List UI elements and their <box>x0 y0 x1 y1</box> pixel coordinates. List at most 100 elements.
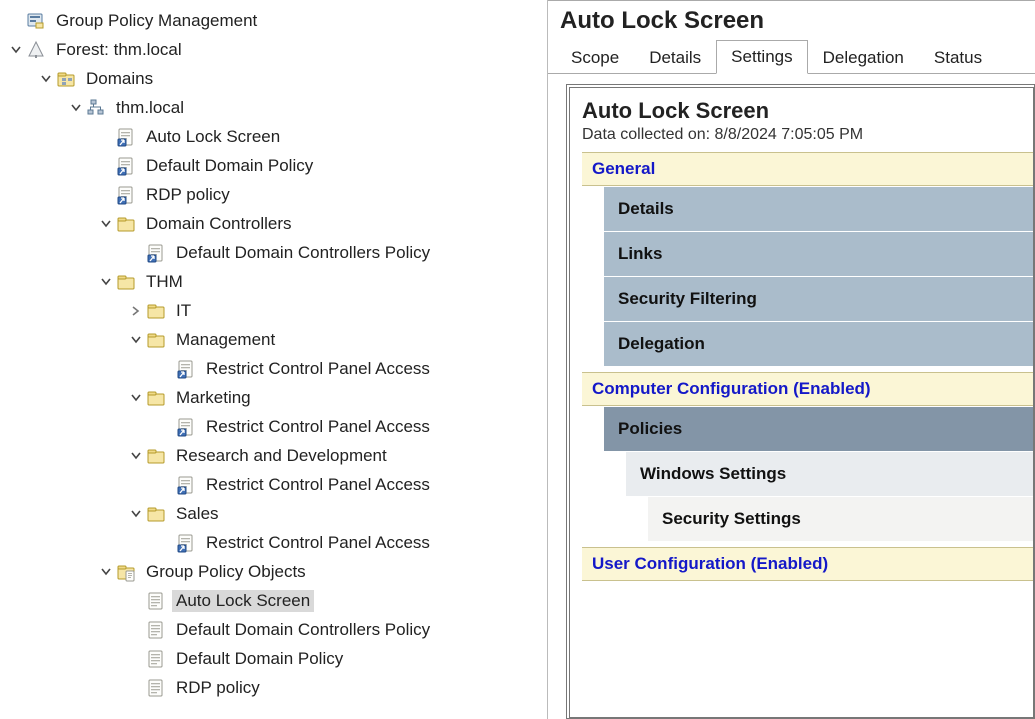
tree-item[interactable]: Default Domain Policy <box>0 151 547 180</box>
chevron-down-icon[interactable] <box>98 564 114 580</box>
ou-icon <box>146 388 166 408</box>
tree-item[interactable]: Default Domain Policy <box>0 644 547 673</box>
tree-item[interactable]: Marketing <box>0 383 547 412</box>
tree-item[interactable]: Domain Controllers <box>0 209 547 238</box>
section-computer-config[interactable]: Computer Configuration (Enabled) <box>582 372 1033 406</box>
tree-item-label: Default Domain Policy <box>172 648 347 670</box>
tab-settings[interactable]: Settings <box>716 40 807 74</box>
tree-item-label: Default Domain Controllers Policy <box>172 619 434 641</box>
gpolink-icon <box>176 359 196 379</box>
chevron-down-icon[interactable] <box>128 390 144 406</box>
tree-item-label: Restrict Control Panel Access <box>202 358 434 380</box>
report-frame: Auto Lock Screen Data collected on: 8/8/… <box>566 84 1035 719</box>
ou-icon <box>116 272 136 292</box>
tree-item[interactable]: RDP policy <box>0 673 547 702</box>
chevron-down-icon[interactable] <box>68 100 84 116</box>
tree-item[interactable]: Domains <box>0 64 547 93</box>
tree-item[interactable]: Restrict Control Panel Access <box>0 528 547 557</box>
chevron-right-icon[interactable] <box>128 303 144 319</box>
row-security-settings[interactable]: Security Settings <box>648 496 1033 541</box>
domains-icon <box>56 69 76 89</box>
tree-item[interactable]: THM <box>0 267 547 296</box>
row-delegation[interactable]: Delegation <box>604 321 1033 366</box>
details-title: Auto Lock Screen <box>560 7 1023 35</box>
tree-item-label: Forest: thm.local <box>52 39 186 61</box>
row-policies[interactable]: Policies <box>604 406 1033 451</box>
ou-icon <box>116 214 136 234</box>
tree-item[interactable]: IT <box>0 296 547 325</box>
domain-icon <box>86 98 106 118</box>
tab-status[interactable]: Status <box>919 41 997 74</box>
tree-item-label: Sales <box>172 503 223 525</box>
tree-item-label: Auto Lock Screen <box>142 126 284 148</box>
tree-item-label: Marketing <box>172 387 255 409</box>
row-security-filtering[interactable]: Security Filtering <box>604 276 1033 321</box>
tree-item-label: Restrict Control Panel Access <box>202 532 434 554</box>
tree-item-label: thm.local <box>112 97 188 119</box>
row-details[interactable]: Details <box>604 186 1033 231</box>
gpolink-icon <box>146 243 166 263</box>
row-links[interactable]: Links <box>604 231 1033 276</box>
gpo-icon <box>146 620 166 640</box>
section-general[interactable]: General <box>582 152 1033 186</box>
tree-item[interactable]: Auto Lock Screen <box>0 122 547 151</box>
chevron-down-icon[interactable] <box>98 274 114 290</box>
tree-item-label: Management <box>172 329 279 351</box>
forest-icon <box>26 40 46 60</box>
gpo-icon <box>146 591 166 611</box>
tree-item-label: Domains <box>82 68 157 90</box>
tree-item-label: Research and Development <box>172 445 391 467</box>
tree-item-label: RDP policy <box>172 677 264 699</box>
gpm-icon <box>26 11 46 31</box>
details-pane: Auto Lock Screen ScopeDetailsSettingsDel… <box>548 0 1035 719</box>
gpmc-tree[interactable]: Group Policy Management Forest: thm.local… <box>0 6 547 702</box>
tab-details[interactable]: Details <box>634 41 716 74</box>
chevron-down-icon[interactable] <box>128 448 144 464</box>
tree-item-label: THM <box>142 271 187 293</box>
tabs: ScopeDetailsSettingsDelegationStatus <box>548 39 1035 74</box>
tree-pane: Group Policy Management Forest: thm.local… <box>0 0 548 719</box>
chevron-down-icon[interactable] <box>128 332 144 348</box>
chevron-down-icon[interactable] <box>38 71 54 87</box>
tree-item[interactable]: Sales <box>0 499 547 528</box>
section-user-config[interactable]: User Configuration (Enabled) <box>582 547 1033 581</box>
tree-item[interactable]: Forest: thm.local <box>0 35 547 64</box>
tab-delegation[interactable]: Delegation <box>808 41 919 74</box>
report-title: Auto Lock Screen <box>582 98 1033 124</box>
chevron-down-icon[interactable] <box>128 506 144 522</box>
tree-item-label: Restrict Control Panel Access <box>202 416 434 438</box>
tree-item-label: RDP policy <box>142 184 234 206</box>
tree-item[interactable]: Research and Development <box>0 441 547 470</box>
tree-item[interactable]: Group Policy Objects <box>0 557 547 586</box>
tree-item[interactable]: Management <box>0 325 547 354</box>
tree-item[interactable]: Group Policy Management <box>0 6 547 35</box>
report-collected: Data collected on: 8/8/2024 7:05:05 PM <box>582 126 1033 144</box>
tree-item-label: IT <box>172 300 195 322</box>
tree-item-label: Group Policy Objects <box>142 561 310 583</box>
tree-item[interactable]: Auto Lock Screen <box>0 586 547 615</box>
gpolink-icon <box>176 533 196 553</box>
row-windows-settings[interactable]: Windows Settings <box>626 451 1033 496</box>
tree-item-label: Restrict Control Panel Access <box>202 474 434 496</box>
ou-icon <box>146 330 166 350</box>
tab-scope[interactable]: Scope <box>556 41 634 74</box>
gpolink-icon <box>116 127 136 147</box>
tree-item[interactable]: Restrict Control Panel Access <box>0 470 547 499</box>
chevron-down-icon[interactable] <box>8 42 24 58</box>
tree-item[interactable]: Restrict Control Panel Access <box>0 412 547 441</box>
tree-item[interactable]: thm.local <box>0 93 547 122</box>
gpolink-icon <box>176 417 196 437</box>
tree-item[interactable]: Default Domain Controllers Policy <box>0 615 547 644</box>
tree-item[interactable]: RDP policy <box>0 180 547 209</box>
tree-item-label: Auto Lock Screen <box>172 590 314 612</box>
chevron-down-icon[interactable] <box>98 216 114 232</box>
tree-item-label: Default Domain Controllers Policy <box>172 242 434 264</box>
tree-item[interactable]: Default Domain Controllers Policy <box>0 238 547 267</box>
tree-item[interactable]: Restrict Control Panel Access <box>0 354 547 383</box>
ou-icon <box>146 446 166 466</box>
gpo-icon <box>146 649 166 669</box>
gpolink-icon <box>176 475 196 495</box>
gpofolder-icon <box>116 562 136 582</box>
ou-icon <box>146 504 166 524</box>
ou-icon <box>146 301 166 321</box>
